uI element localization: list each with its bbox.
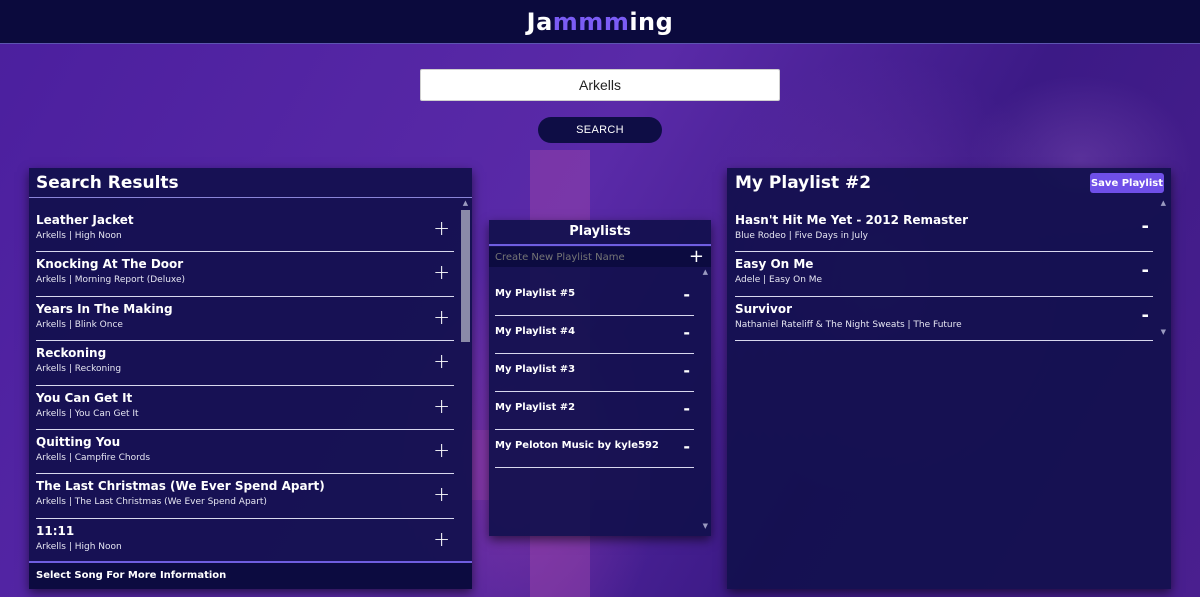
search-button[interactable]: SEARCH [538, 117, 662, 143]
remove-track-button[interactable]: - [1142, 262, 1149, 280]
app-header: Jammming [0, 0, 1200, 44]
track-row[interactable]: Leather Jacket Arkells | High Noon + [36, 208, 454, 253]
track-name: The Last Christmas (We Ever Spend Apart) [36, 479, 325, 494]
playlist-item[interactable]: My Peloton Music by kyle592 - [495, 430, 694, 468]
add-track-button[interactable]: + [433, 529, 450, 549]
track-name: Years In The Making [36, 301, 173, 316]
track-name: Easy On Me [735, 257, 814, 272]
track-row[interactable]: Knocking At The Door Arkells | Morning R… [36, 252, 454, 297]
playlist-item[interactable]: My Playlist #4 - [495, 316, 694, 354]
playlist-item[interactable]: My Playlist #2 - [495, 392, 694, 430]
search-results-list[interactable]: Leather Jacket Arkells | High Noon + Kno… [29, 208, 459, 560]
track-artist-album: Arkells | You Can Get It [36, 408, 139, 419]
track-name: Knocking At The Door [36, 257, 184, 272]
track-row[interactable]: Years In The Making Arkells | Blink Once… [36, 297, 454, 342]
scroll-up-arrow-icon[interactable]: ▲ [1161, 199, 1166, 207]
track-artist-album: Blue Rodeo | Five Days in July [735, 231, 868, 241]
playlists-title: Playlists [569, 224, 631, 239]
add-track-button[interactable]: + [433, 351, 450, 371]
playlist-name: My Playlist #5 [495, 288, 576, 299]
track-name: 11:11 [36, 523, 75, 538]
scroll-up-arrow-icon[interactable]: ▲ [703, 268, 708, 276]
search-results-title: Search Results [36, 173, 179, 193]
add-track-button[interactable]: + [433, 307, 450, 327]
track-name: You Can Get It [36, 390, 133, 405]
track-row[interactable]: 11:11 Arkells | High Noon + [36, 519, 454, 560]
current-playlist-tracks: Hasn't Hit Me Yet - 2012 Remaster Blue R… [727, 208, 1159, 342]
create-playlist-row: + [489, 247, 711, 267]
logo-suffix: ing [629, 7, 674, 36]
playlists-panel: Playlists + ▲ My Playlist #5 - My Playli… [489, 220, 711, 536]
remove-playlist-button[interactable]: - [683, 399, 690, 418]
track-name: Reckoning [36, 346, 107, 361]
results-footer-hint: Select Song For More Information [29, 561, 472, 589]
track-row[interactable]: You Can Get It Arkells | You Can Get It … [36, 386, 454, 430]
title-divider [489, 244, 711, 246]
remove-playlist-button[interactable]: - [683, 285, 690, 304]
playlist-list: My Playlist #5 - My Playlist #4 - My Pla… [489, 278, 711, 468]
app-logo: Jammming [527, 8, 674, 36]
playlist-name: My Playlist #4 [495, 326, 576, 337]
add-track-button[interactable]: + [433, 218, 450, 238]
logo-prefix: Ja [526, 7, 553, 36]
scrollbar-thumb[interactable] [461, 210, 470, 342]
track-name: Quitting You [36, 434, 121, 449]
track-row[interactable]: Quitting You Arkells | Campfire Chords + [36, 430, 454, 475]
track-artist-album: Arkells | Campfire Chords [36, 452, 151, 463]
track-name: Survivor [735, 301, 793, 316]
playlist-name: My Peloton Music by kyle592 [495, 440, 659, 451]
remove-playlist-button[interactable]: - [683, 437, 690, 456]
track-row[interactable]: Easy On Me Adele | Easy On Me - [735, 252, 1153, 297]
track-artist-album: Arkells | High Noon [36, 541, 122, 552]
playlist-name: My Playlist #2 [495, 402, 576, 413]
new-playlist-name-input[interactable] [495, 249, 675, 265]
track-artist-album: Nathaniel Rateliff & The Night Sweats | … [735, 319, 962, 330]
save-playlist-button[interactable]: Save Playlist [1090, 173, 1164, 193]
remove-playlist-button[interactable]: - [683, 323, 690, 342]
remove-track-button[interactable]: - [1142, 218, 1149, 236]
track-artist-album: Arkells | The Last Christmas (We Ever Sp… [36, 497, 267, 508]
track-row[interactable]: Survivor Nathaniel Rateliff & The Night … [735, 297, 1153, 342]
track-row[interactable]: Reckoning Arkells | Reckoning + [36, 341, 454, 386]
logo-accent: mmm [552, 7, 630, 36]
results-scrollbar[interactable]: ▲ ▼ [460, 199, 471, 568]
add-track-button[interactable]: + [433, 440, 450, 460]
create-playlist-button[interactable]: + [689, 247, 704, 267]
track-name: Hasn't Hit Me Yet - 2012 Remaster [735, 213, 969, 227]
track-artist-album: Arkells | Blink Once [36, 319, 123, 330]
track-artist-album: Arkells | Reckoning [36, 364, 122, 375]
current-playlist-title: My Playlist #2 [735, 173, 872, 193]
scroll-down-arrow-icon[interactable]: ▼ [703, 522, 708, 530]
playlist-item[interactable]: My Playlist #5 - [495, 278, 694, 316]
scroll-down-arrow-icon[interactable]: ▼ [1161, 328, 1166, 336]
remove-playlist-button[interactable]: - [683, 361, 690, 380]
search-input[interactable] [420, 69, 780, 101]
playlist-item[interactable]: My Playlist #3 - [495, 354, 694, 392]
track-name: Leather Jacket [36, 213, 134, 227]
track-artist-album: Arkells | High Noon [36, 231, 122, 241]
track-row[interactable]: The Last Christmas (We Ever Spend Apart)… [36, 474, 454, 519]
add-track-button[interactable]: + [433, 396, 450, 416]
remove-track-button[interactable]: - [1142, 306, 1149, 325]
track-row[interactable]: Hasn't Hit Me Yet - 2012 Remaster Blue R… [735, 208, 1153, 253]
scroll-up-arrow-icon[interactable]: ▲ [460, 199, 471, 207]
current-playlist-panel: My Playlist #2 Save Playlist ▲ Hasn't Hi… [727, 168, 1171, 589]
track-artist-album: Arkells | Morning Report (Deluxe) [36, 275, 186, 286]
add-track-button[interactable]: + [433, 484, 450, 504]
search-results-panel: Search Results Leather Jacket Arkells | … [29, 168, 472, 589]
add-track-button[interactable]: + [433, 262, 450, 282]
title-divider [29, 197, 472, 198]
playlist-name: My Playlist #3 [495, 364, 576, 375]
track-artist-album: Adele | Easy On Me [735, 275, 823, 286]
